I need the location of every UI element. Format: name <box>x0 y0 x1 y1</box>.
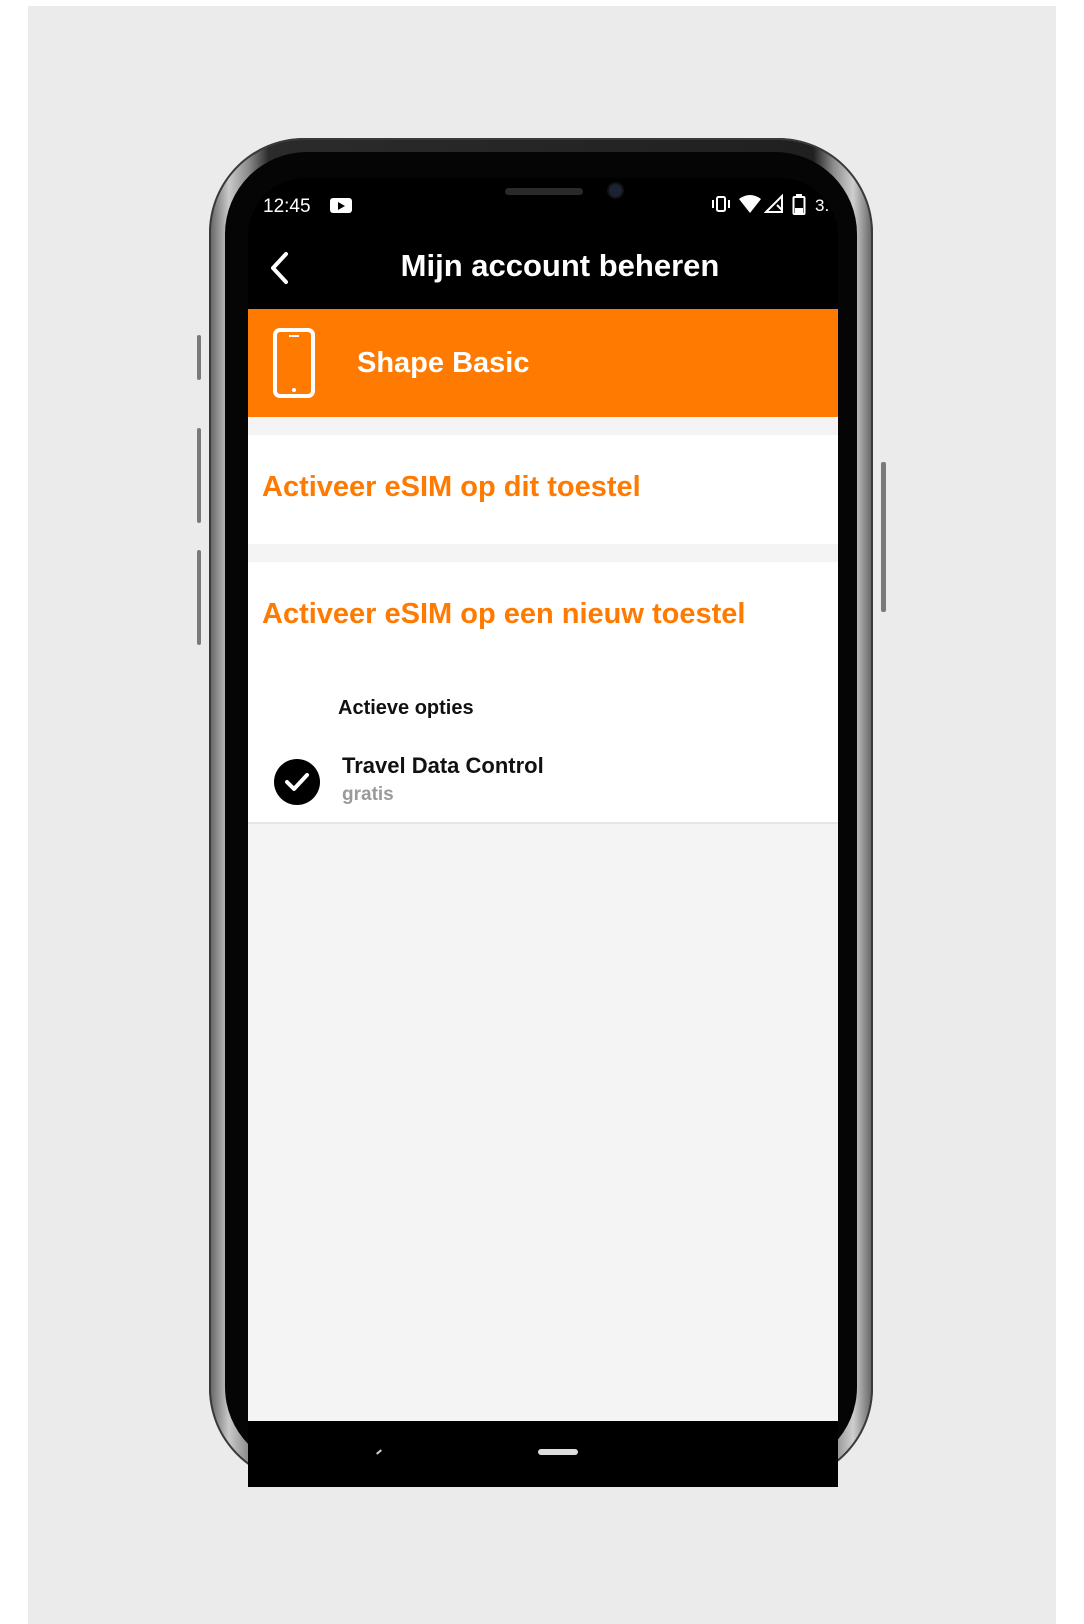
chevron-left-icon <box>271 252 288 284</box>
check-circle-icon <box>274 759 320 805</box>
option-name: Travel Data Control <box>342 753 544 778</box>
back-button[interactable] <box>262 248 296 288</box>
battery-percentage: 3. <box>815 196 830 215</box>
home-gesture-pill[interactable] <box>538 1449 578 1455</box>
plan-name: Shape Basic <box>357 347 530 379</box>
earpiece-speaker <box>505 188 583 195</box>
divider <box>248 822 838 824</box>
vibrate-icon <box>712 196 730 212</box>
front-camera <box>609 184 622 197</box>
main-content: Shape Basic Activeer eSIM op dit toestel… <box>248 309 838 1421</box>
wifi-icon <box>739 195 761 213</box>
activate-esim-new-device-link[interactable]: Activeer eSIM op een nieuw toestel <box>262 598 745 631</box>
side-button-left-2 <box>197 428 201 523</box>
signal-icon <box>764 194 783 213</box>
system-nav-bar <box>248 1421 838 1487</box>
smartphone-icon <box>273 328 315 398</box>
status-time: 12:45 <box>263 196 311 217</box>
side-button-left-3 <box>197 550 201 645</box>
active-options-heading: Actieve opties <box>338 697 474 719</box>
active-options-card: Activeer eSIM op een nieuw toestel <box>248 562 838 824</box>
side-button-left-1 <box>197 335 201 380</box>
plan-banner[interactable]: Shape Basic <box>248 309 838 417</box>
activate-this-device-card[interactable]: Activeer eSIM op dit toestel <box>248 435 838 544</box>
page-title: Mijn account beheren <box>400 248 720 283</box>
back-gesture-indicator <box>376 1449 382 1455</box>
option-price: gratis <box>342 784 394 805</box>
side-button-right <box>881 462 886 612</box>
battery-icon <box>792 194 806 215</box>
youtube-notification-icon <box>330 198 352 213</box>
activate-esim-this-device-link[interactable]: Activeer eSIM op dit toestel <box>262 471 641 504</box>
